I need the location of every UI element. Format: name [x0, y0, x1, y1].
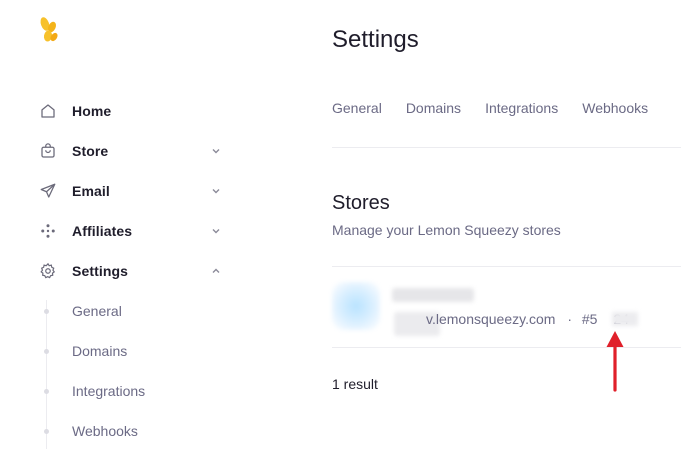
settings-tabs: General Domains Integrations Webhooks	[332, 100, 672, 116]
store-url[interactable]: v.lemonsqueezy.com	[426, 311, 555, 327]
store-avatar	[332, 282, 380, 330]
chevron-down-icon[interactable]	[210, 145, 222, 157]
store-meta: v.lemonsqueezy.com · #524	[426, 311, 629, 327]
sidebar-item-affiliates[interactable]: Affiliates	[36, 216, 236, 246]
sidebar-item-label: Affiliates	[72, 223, 133, 239]
dots-icon	[38, 221, 58, 241]
subnav-dot	[44, 428, 49, 434]
store-id-redacted	[612, 312, 638, 326]
sidebar-item-email[interactable]: Email	[36, 176, 236, 206]
sidebar-subitem-label: General	[72, 303, 122, 319]
section-subtitle: Manage your Lemon Squeezy stores	[332, 222, 561, 238]
send-icon	[38, 181, 58, 201]
sidebar-item-home[interactable]: Home	[36, 96, 236, 126]
page-title: Settings	[332, 26, 419, 53]
subnav-dot	[44, 348, 49, 354]
chevron-down-icon[interactable]	[210, 225, 222, 237]
sidebar-item-store[interactable]: Store	[36, 136, 236, 166]
sidebar-item-label: Store	[72, 143, 109, 159]
tab-general[interactable]: General	[332, 100, 382, 116]
tab-integrations[interactable]: Integrations	[485, 100, 558, 116]
tab-webhooks[interactable]: Webhooks	[582, 100, 648, 116]
sidebar-subitem-label: Integrations	[72, 383, 146, 399]
lemon-squeezy-logo[interactable]	[38, 16, 62, 46]
meta-separator: ·	[567, 311, 572, 327]
sidebar-item-label: Settings	[72, 263, 129, 279]
sidebar-subitem-integrations[interactable]: Integrations	[36, 379, 236, 403]
store-id-prefix: #5	[581, 311, 598, 327]
section-title: Stores	[332, 192, 390, 214]
store-list-item[interactable]: v.lemonsqueezy.com · #524	[332, 268, 681, 346]
list-divider-top	[332, 266, 681, 267]
annotation-arrow-icon	[606, 331, 624, 392]
sidebar-subitem-label: Webhooks	[72, 423, 138, 439]
sidebar-subitem-webhooks[interactable]: Webhooks	[36, 419, 236, 443]
sidebar-item-label: Home	[72, 103, 112, 119]
sidebar-subitem-domains[interactable]: Domains	[36, 339, 236, 363]
bag-icon	[38, 141, 58, 161]
sidebar-subitem-label: Domains	[72, 343, 128, 359]
sidebar-item-label: Email	[72, 183, 110, 199]
subnav-dot	[44, 308, 49, 314]
list-divider-bottom	[332, 347, 681, 348]
chevron-up-icon[interactable]	[210, 265, 222, 277]
subnav-dot	[44, 388, 49, 394]
sidebar-subitem-general[interactable]: General	[36, 299, 236, 323]
store-name-redacted	[392, 288, 474, 302]
gear-icon	[38, 261, 58, 281]
result-count: 1 result	[332, 376, 378, 392]
home-icon	[38, 101, 58, 121]
chevron-down-icon[interactable]	[210, 185, 222, 197]
tab-domains[interactable]: Domains	[406, 100, 461, 116]
sidebar-item-settings[interactable]: Settings	[36, 256, 236, 286]
tabs-divider	[332, 147, 681, 148]
